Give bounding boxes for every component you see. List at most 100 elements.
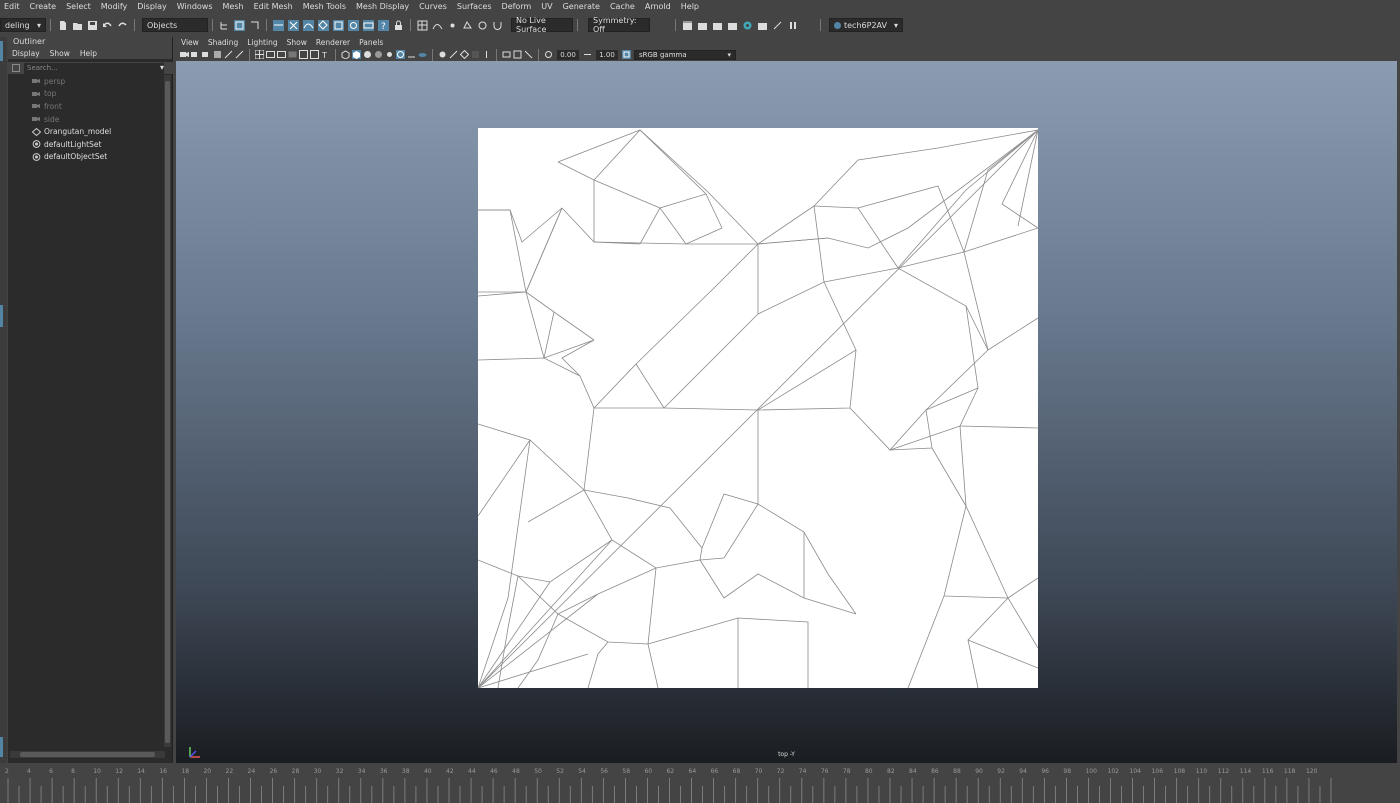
open-scene-icon[interactable]: [72, 20, 83, 31]
color-space-dropdown[interactable]: sRGB gamma ▾: [634, 49, 736, 60]
outliner-item[interactable]: defaultObjectSet: [8, 151, 163, 164]
xray-joints-icon[interactable]: [482, 50, 491, 59]
smooth-shade-icon[interactable]: [352, 50, 361, 59]
select-object-icon[interactable]: [234, 19, 245, 31]
menu-mesh-tools[interactable]: Mesh Tools: [299, 2, 352, 11]
menu-mesh[interactable]: Mesh: [219, 2, 250, 11]
scrollbar-thumb[interactable]: [165, 81, 170, 743]
menu-edit[interactable]: Edit: [0, 2, 26, 11]
outliner-menu-show[interactable]: Show: [50, 49, 70, 58]
snap-curve-icon[interactable]: [432, 20, 443, 31]
pause-icon[interactable]: [787, 20, 798, 31]
outliner-horizontal-scrollbar[interactable]: [10, 751, 165, 758]
viewport-menu-show[interactable]: Show: [287, 38, 307, 47]
menu-mesh-display[interactable]: Mesh Display: [352, 2, 415, 11]
new-scene-icon[interactable]: [57, 20, 68, 31]
lock-icon[interactable]: [393, 20, 404, 31]
live-surface-field[interactable]: No Live Surface: [511, 16, 573, 34]
outliner-menu-help[interactable]: Help: [80, 49, 97, 58]
snap-grid-icon[interactable]: [417, 20, 428, 31]
mask-handles-icon[interactable]: [273, 19, 284, 31]
isolate-select-icon[interactable]: [471, 50, 480, 59]
mask-rendering-icon[interactable]: [363, 19, 374, 31]
arnold-render-icon[interactable]: [742, 20, 753, 31]
field-chart-icon[interactable]: [299, 50, 308, 59]
account-dropdown[interactable]: tech6P2AV ▾: [829, 18, 903, 32]
scrollbar-thumb[interactable]: [20, 752, 155, 757]
menu-windows[interactable]: Windows: [173, 2, 219, 11]
render-clapper-icon[interactable]: [682, 20, 693, 31]
menu-deform[interactable]: Deform: [498, 2, 538, 11]
menu-arnold[interactable]: Arnold: [641, 2, 677, 11]
ipr-render-icon[interactable]: [697, 20, 708, 31]
menu-curves[interactable]: Curves: [415, 2, 453, 11]
render-settings-icon[interactable]: [712, 20, 723, 31]
outliner-item[interactable]: side: [8, 113, 163, 126]
outliner-item[interactable]: persp: [8, 75, 163, 88]
resolution-gate-icon[interactable]: [277, 50, 286, 59]
film-gate-icon[interactable]: [266, 50, 275, 59]
mask-joints-icon[interactable]: [288, 19, 299, 31]
safe-title-icon[interactable]: T: [321, 50, 330, 59]
ambient-occlusion-icon[interactable]: [418, 50, 427, 59]
menu-generate[interactable]: Generate: [559, 2, 606, 11]
outliner-menu-display[interactable]: Display: [12, 49, 40, 58]
viewport-canvas[interactable]: top -Y: [176, 61, 1397, 763]
image-plane-icon[interactable]: [213, 50, 222, 59]
gamma-icon[interactable]: [583, 50, 592, 59]
grid-icon[interactable]: [255, 50, 264, 59]
outliner-item[interactable]: top: [8, 88, 163, 101]
all-lights-icon[interactable]: [385, 50, 394, 59]
default-material-icon[interactable]: [363, 50, 372, 59]
viewport-menu-lighting[interactable]: Lighting: [247, 38, 277, 47]
bookmark-icon[interactable]: [202, 50, 211, 59]
motion-blur-icon[interactable]: [438, 50, 447, 59]
viewport-menu-renderer[interactable]: Renderer: [316, 38, 350, 47]
menu-select[interactable]: Select: [62, 2, 97, 11]
menu-surfaces[interactable]: Surfaces: [453, 2, 498, 11]
time-slider[interactable]: 2 4 6 8 10 12 14 16 18 20 22 24 26 28 30 32 34 36 38 40 42 44…: [0, 764, 1400, 803]
shadows-icon[interactable]: [407, 50, 416, 59]
viewport-menu-panels[interactable]: Panels: [359, 38, 383, 47]
exposure-icon[interactable]: [544, 50, 553, 59]
depth-of-field-icon[interactable]: [460, 50, 469, 59]
gate-mask-icon[interactable]: [288, 50, 297, 59]
multisample-aa-icon[interactable]: [449, 50, 458, 59]
camera-select-icon[interactable]: [180, 50, 189, 59]
menu-uv[interactable]: UV: [537, 2, 558, 11]
snap-magnet-icon[interactable]: [492, 20, 503, 31]
mask-misc-icon[interactable]: ?: [378, 19, 389, 31]
exposure-field[interactable]: 0.00: [557, 49, 579, 60]
xray-icon[interactable]: [396, 50, 405, 59]
snap-live-icon[interactable]: [477, 20, 488, 31]
viewport-layout-icon[interactable]: [513, 50, 522, 59]
mask-deformations-icon[interactable]: [333, 19, 344, 31]
snap-view-plane-icon[interactable]: [462, 20, 473, 31]
mask-surfaces-icon[interactable]: [318, 19, 329, 31]
viewport-menu-shading[interactable]: Shading: [208, 38, 238, 47]
undo-icon[interactable]: [102, 20, 113, 31]
outliner-vertical-scrollbar[interactable]: [164, 75, 171, 747]
wireframe-icon[interactable]: [341, 50, 350, 59]
grease-pencil-icon[interactable]: [235, 50, 244, 59]
select-hierarchy-icon[interactable]: [219, 20, 230, 31]
menu-modify[interactable]: Modify: [97, 2, 134, 11]
mask-curves-icon[interactable]: [303, 19, 314, 31]
symmetry-dropdown[interactable]: Symmetry: Off: [588, 16, 650, 34]
color-management-icon[interactable]: [622, 50, 631, 59]
search-input[interactable]: Search...: [24, 62, 164, 74]
hud-icon[interactable]: [502, 50, 511, 59]
hypershade-icon[interactable]: [727, 20, 738, 31]
redo-icon[interactable]: [117, 20, 128, 31]
camera-attributes-icon[interactable]: [191, 50, 200, 59]
outliner-item[interactable]: front: [8, 100, 163, 113]
menu-edit-mesh[interactable]: Edit Mesh: [250, 2, 299, 11]
menu-cache[interactable]: Cache: [606, 2, 641, 11]
chevron-down-icon[interactable]: ▾: [160, 63, 164, 72]
mask-dynamics-icon[interactable]: [348, 19, 359, 31]
toggle-panel-icon[interactable]: [524, 50, 533, 59]
selection-mode-dropdown[interactable]: Objects: [142, 18, 208, 32]
render-view-icon[interactable]: [757, 20, 768, 31]
light-editor-icon[interactable]: [772, 20, 783, 31]
safe-action-icon[interactable]: [310, 50, 319, 59]
